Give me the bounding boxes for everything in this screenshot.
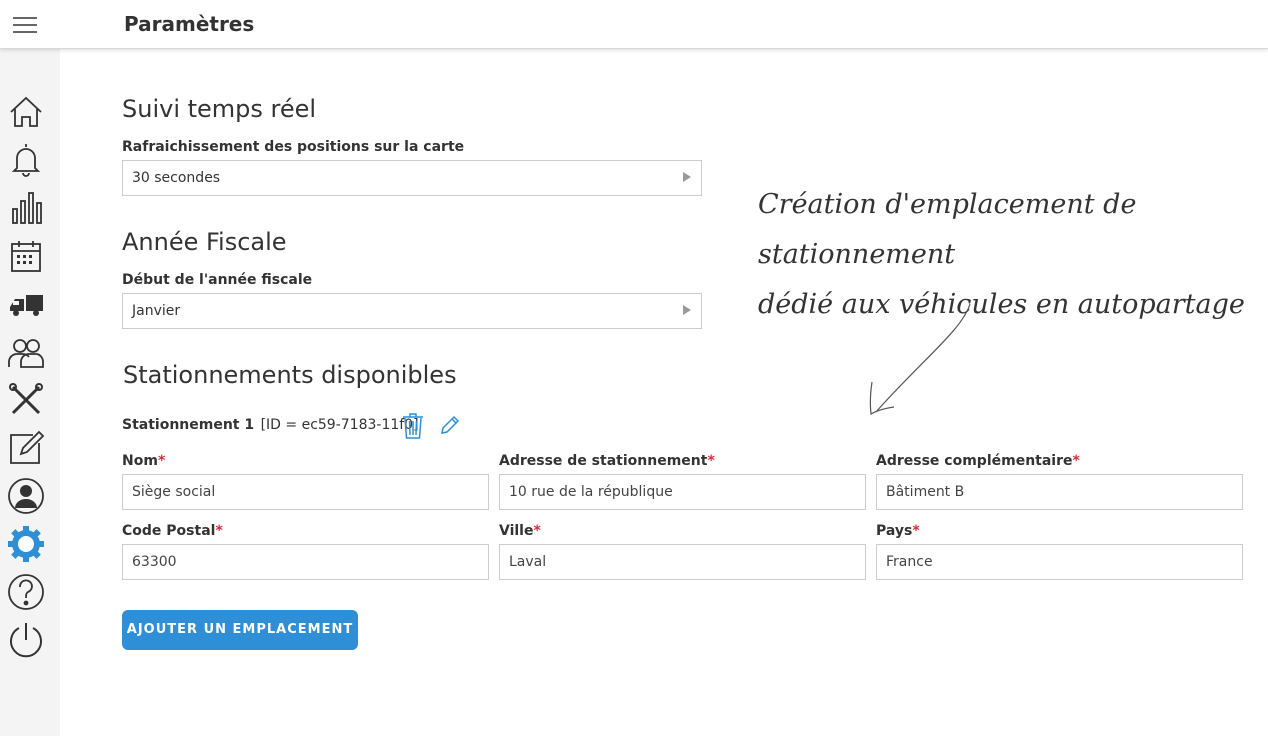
calendar-icon[interactable] [7, 237, 45, 275]
fiscal-section-title: Année Fiscale [122, 228, 287, 256]
adresse-input[interactable]: 10 rue de la république [499, 474, 866, 510]
caret-right-icon [683, 172, 691, 182]
nom-input[interactable]: Siège social [122, 474, 489, 510]
fiscal-start-label: Début de l'année fiscale [122, 272, 313, 288]
parking-header: Stationnement 1 [ID = ec59-7183-11f0] [122, 417, 419, 433]
truck-icon[interactable] [7, 285, 45, 323]
cp-input[interactable]: 63300 [122, 544, 489, 580]
sidebar [0, 49, 60, 736]
trash-icon[interactable] [402, 413, 424, 443]
ville-input[interactable]: Laval [499, 544, 866, 580]
annotation-line-1: Création d'emplacement de stationnement [758, 189, 1137, 270]
refresh-value: 30 secondes [132, 170, 221, 186]
pencil-icon[interactable] [440, 415, 460, 439]
annotation-arrow [869, 303, 971, 415]
top-bar: Paramètres [0, 0, 1268, 49]
parking-name: Stationnement 1 [122, 417, 255, 433]
settings-icon[interactable] [7, 525, 45, 563]
pays-input[interactable]: France [876, 544, 1243, 580]
complement-label: Adresse complémentaire* [876, 453, 1080, 469]
parkings-section-title: Stationnements disponibles [123, 361, 457, 389]
user-icon[interactable] [7, 477, 45, 515]
cp-label: Code Postal* [122, 523, 223, 539]
caret-right-icon [683, 305, 691, 315]
bell-icon[interactable] [7, 141, 45, 179]
page-title: Paramètres [124, 12, 255, 36]
menu-icon[interactable] [13, 17, 37, 34]
users-icon[interactable] [7, 333, 45, 371]
power-icon[interactable] [7, 621, 45, 659]
bar-chart-icon[interactable] [7, 189, 45, 227]
nom-label: Nom* [122, 453, 166, 469]
adresse-label: Adresse de stationnement* [499, 453, 715, 469]
complement-input[interactable]: Bâtiment B [876, 474, 1243, 510]
annotation: Création d'emplacement de stationnement … [758, 180, 1248, 330]
fiscal-start-select[interactable]: Janvier [122, 293, 702, 329]
help-icon[interactable] [7, 573, 45, 611]
add-parking-button[interactable]: AJOUTER UN EMPLACEMENT [122, 610, 358, 650]
ville-label: Ville* [499, 523, 541, 539]
tools-icon[interactable] [7, 381, 45, 419]
edit-icon[interactable] [7, 429, 45, 467]
parking-id: [ID = ec59-7183-11f0] [260, 417, 419, 433]
pays-label: Pays* [876, 523, 920, 539]
refresh-label: Rafraichissement des positions sur la ca… [122, 139, 465, 155]
realtime-section-title: Suivi temps réel [122, 95, 317, 123]
refresh-select[interactable]: 30 secondes [122, 160, 702, 196]
home-icon[interactable] [7, 93, 45, 131]
annotation-line-2: dédié aux véhicules en autopartage [758, 289, 1245, 320]
fiscal-start-value: Janvier [132, 303, 181, 319]
